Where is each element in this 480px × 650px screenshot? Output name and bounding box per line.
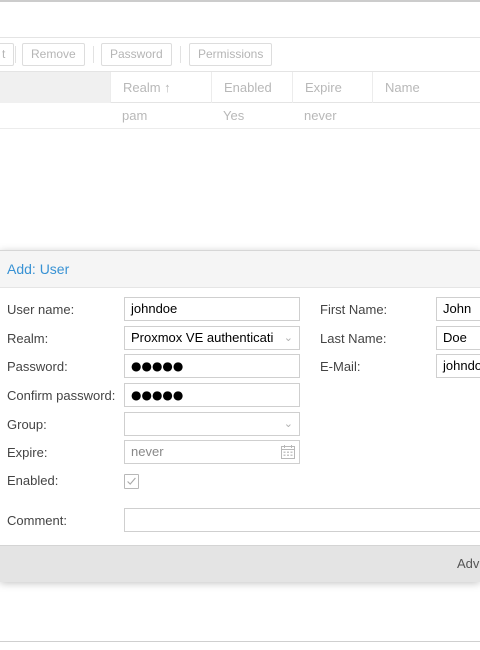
- advanced-checkbox-label[interactable]: Adv: [457, 556, 479, 571]
- enabled-checkbox[interactable]: [124, 474, 139, 489]
- confirm-password-label: Confirm password:: [7, 388, 116, 403]
- confirm-password-field[interactable]: ●●●●●: [124, 383, 300, 407]
- realm-value: Proxmox VE authenticati: [131, 330, 274, 345]
- toolbar-separator: [93, 46, 94, 63]
- permissions-button[interactable]: Permissions: [189, 43, 273, 66]
- column-enabled[interactable]: Enabled: [211, 72, 292, 103]
- realm-select[interactable]: Proxmox VE authenticati ⌄: [124, 326, 300, 350]
- panel-bottom-border: [0, 641, 480, 642]
- last-name-field[interactable]: Doe: [436, 326, 480, 350]
- toolbar: t Remove Password Permissions: [0, 38, 480, 72]
- toolbar-separator: [180, 46, 181, 63]
- checkmark-icon: [127, 477, 136, 485]
- password-button[interactable]: Password: [101, 43, 172, 66]
- add-user-dialog: Add: User User name: Realm: Password: Co…: [0, 250, 480, 582]
- grid-header: Realm ↑ Enabled Expire Name: [0, 72, 480, 103]
- email-label: E-Mail:: [320, 359, 361, 374]
- password-field[interactable]: ●●●●●: [124, 354, 300, 378]
- cell-expire: never: [304, 108, 337, 123]
- panel-header: [0, 2, 480, 38]
- enabled-label: Enabled:: [7, 473, 59, 488]
- email-field[interactable]: johndo: [436, 354, 480, 378]
- expire-label: Expire:: [7, 445, 48, 460]
- comment-label: Comment:: [7, 513, 67, 528]
- username-field[interactable]: johndoe: [124, 297, 300, 321]
- remove-button[interactable]: Remove: [22, 43, 85, 66]
- first-name-field[interactable]: John: [436, 297, 480, 321]
- expire-date-field[interactable]: never: [124, 440, 300, 464]
- group-label: Group:: [7, 417, 47, 432]
- dialog-footer: Adv: [0, 545, 480, 582]
- column-name[interactable]: Name: [372, 72, 480, 103]
- toolbar-separator: [15, 46, 16, 63]
- column-expire[interactable]: Expire: [292, 72, 372, 103]
- username-label: User name:: [7, 302, 75, 317]
- table-row[interactable]: pam Yes never: [0, 103, 480, 129]
- column-realm[interactable]: Realm ↑: [110, 72, 211, 103]
- last-name-label: Last Name:: [320, 331, 387, 346]
- dialog-title: Add: User: [7, 261, 70, 277]
- cell-realm: pam: [122, 108, 148, 123]
- dialog-header[interactable]: Add: User: [0, 251, 480, 288]
- grid-header-left: [0, 72, 110, 103]
- first-name-label: First Name:: [320, 302, 388, 317]
- cell-name: [372, 103, 384, 129]
- cell-enabled: Yes: [223, 108, 245, 123]
- edit-button[interactable]: t: [0, 43, 15, 66]
- password-label: Password:: [7, 359, 68, 374]
- expire-value: never: [131, 444, 164, 459]
- comment-field[interactable]: [124, 508, 480, 532]
- group-select[interactable]: ⌄: [124, 412, 300, 436]
- calendar-icon[interactable]: [280, 444, 296, 460]
- chevron-down-icon[interactable]: ⌄: [279, 327, 293, 349]
- realm-label: Realm:: [7, 331, 49, 346]
- chevron-down-icon[interactable]: ⌄: [284, 413, 293, 435]
